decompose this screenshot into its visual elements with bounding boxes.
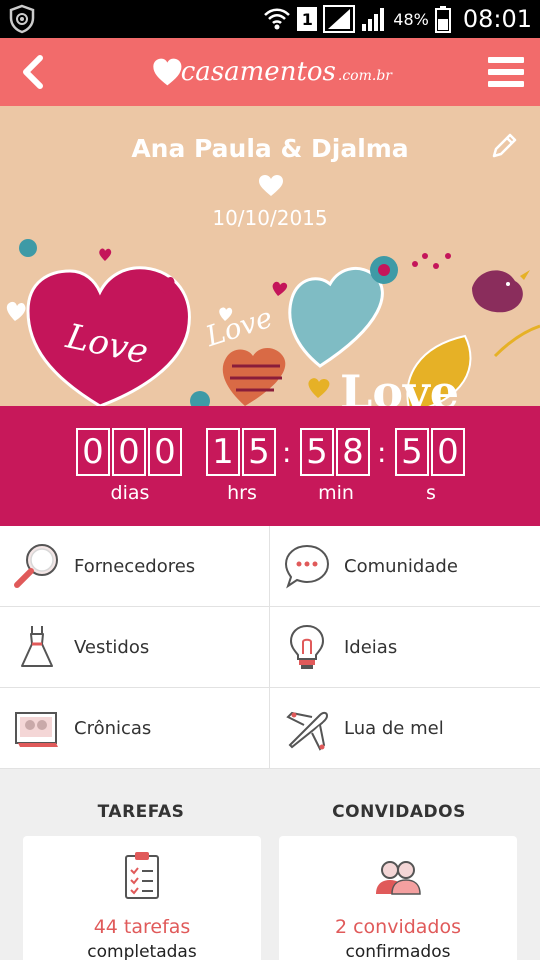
hamburger-menu-icon[interactable] — [486, 52, 526, 92]
guests-count: 2 convidados — [334, 916, 462, 938]
battery-icon — [434, 6, 451, 33]
summary-section: TAREFAS CONVIDADOS 44 tarefas completada… — [0, 769, 540, 960]
svg-text:Love: Love — [340, 365, 459, 406]
small-heart-icon — [259, 175, 283, 196]
chat-bubble-icon — [284, 544, 330, 589]
tasks-title: TAREFAS — [97, 802, 185, 822]
hours-label: hrs — [227, 482, 257, 504]
photo-album-icon — [15, 712, 58, 747]
countdown-days: 0 0 0 — [76, 428, 182, 476]
days-digit: 0 — [76, 428, 110, 476]
minutes-label: min — [318, 482, 354, 504]
pencil-icon[interactable] — [488, 130, 520, 162]
menu-item-cronicas[interactable]: Crônicas — [0, 688, 270, 769]
hours-digit: 1 — [206, 428, 240, 476]
svg-text:Love: Love — [201, 301, 277, 354]
countdown-separator: : — [377, 436, 387, 469]
seconds-label: s — [426, 482, 436, 504]
magnifier-icon — [14, 544, 58, 588]
menu-item-label: Ideias — [344, 636, 398, 658]
tasks-card[interactable]: 44 tarefas completadas — [23, 836, 261, 960]
clock: 08:01 — [462, 5, 532, 33]
clipboard-checklist-icon — [125, 852, 159, 899]
countdown-hours: 1 5 — [206, 428, 276, 476]
wedding-hero: Ana Paula & Djalma 10/10/2015 Love Love … — [0, 106, 540, 406]
logo-domain: .com.br — [337, 68, 392, 84]
minutes-digit: 8 — [336, 428, 370, 476]
menu-item-fornecedores[interactable]: Fornecedores — [0, 526, 270, 607]
sim-slot-indicator: 1 — [297, 7, 318, 31]
shield-icon — [9, 4, 35, 34]
tasks-status: completadas — [87, 942, 197, 960]
days-label: dias — [110, 482, 150, 504]
app-bar: casamentos .com.br — [0, 38, 540, 106]
menu-item-comunidade[interactable]: Comunidade — [270, 526, 540, 607]
countdown-timer: 0 0 0 1 5 : 5 8 : 5 0 dias hrs min s — [0, 406, 540, 526]
days-digit: 0 — [148, 428, 182, 476]
signal-strength-icon — [362, 8, 385, 31]
seconds-digit: 5 — [395, 428, 429, 476]
tasks-count: 44 tarefas — [93, 916, 191, 938]
guests-people-icon — [376, 861, 421, 895]
menu-item-label: Lua de mel — [344, 717, 444, 739]
menu-item-label: Fornecedores — [74, 555, 196, 577]
battery-percent: 48% — [393, 9, 429, 29]
couple-names: Ana Paula & Djalma — [131, 134, 409, 163]
minutes-digit: 5 — [300, 428, 334, 476]
countdown-separator: : — [282, 436, 292, 469]
heart-logo-icon — [153, 58, 182, 86]
days-digit: 0 — [112, 428, 146, 476]
menu-item-vestidos[interactable]: Vestidos — [0, 607, 270, 688]
menu-grid: Fornecedores Comunidade Vestidos Ideias — [0, 526, 540, 769]
love-illustration: Love Love Love — [6, 239, 540, 406]
airplane-icon — [286, 711, 329, 751]
guests-status: confirmados — [345, 942, 451, 960]
countdown-seconds: 5 0 — [395, 428, 465, 476]
countdown-minutes: 5 8 — [300, 428, 370, 476]
menu-item-ideias[interactable]: Ideias — [270, 607, 540, 688]
wifi-icon — [264, 8, 291, 30]
lightbulb-icon — [289, 624, 325, 669]
menu-item-label: Crônicas — [74, 717, 152, 739]
status-bar: 1 48% 08:01 — [0, 0, 540, 38]
guests-card[interactable]: 2 convidados confirmados — [279, 836, 517, 960]
menu-item-label: Vestidos — [74, 636, 150, 658]
menu-item-lua-de-mel[interactable]: Lua de mel — [270, 688, 540, 769]
app-logo: casamentos .com.br — [152, 46, 392, 98]
back-arrow-icon[interactable] — [12, 50, 56, 94]
seconds-digit: 0 — [431, 428, 465, 476]
menu-item-label: Comunidade — [344, 555, 458, 577]
signal-icon — [323, 5, 356, 33]
guests-title: CONVIDADOS — [332, 802, 466, 822]
logo-wordmark: casamentos — [180, 57, 336, 87]
dress-icon — [21, 626, 53, 667]
hours-digit: 5 — [242, 428, 276, 476]
